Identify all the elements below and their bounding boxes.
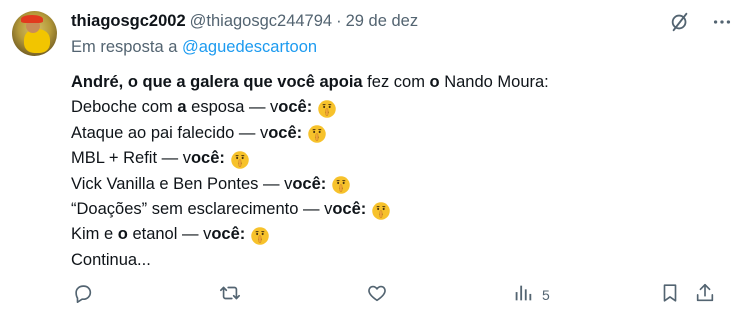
tweet-text-line: Deboche com a esposa — v ocê: (71, 95, 549, 120)
like-button[interactable] (366, 283, 388, 307)
display-name[interactable]: thiagosgc2002 (71, 12, 186, 31)
shushing-face-emoji (317, 99, 337, 119)
avatar-shirt (24, 29, 50, 53)
text-segment: Vick Vanilla e Ben Pontes — v (71, 174, 293, 193)
bold-text-segment: ocê: (211, 225, 246, 244)
tweet[interactable]: thiagosgc2002 @thiagosgc244794 · 29 de d… (0, 0, 754, 313)
reply-context: Em resposta a @aguedescartoon (71, 38, 317, 57)
tweet-text-line: Ataque ao pai falecido — v ocê: (71, 121, 549, 146)
view-count: 5 (542, 287, 550, 303)
tweet-header: thiagosgc2002 @thiagosgc244794 · 29 de d… (71, 10, 418, 32)
separator-dot: · (336, 11, 342, 30)
text-segment: Continua... (71, 250, 151, 269)
bold-text-segment: o (117, 225, 128, 244)
tweet-text-line: MBL + Refit — v ocê: (71, 146, 549, 171)
share-icon (694, 282, 716, 309)
bold-text-segment: a (177, 98, 187, 117)
more-dots-icon[interactable] (710, 10, 734, 34)
tweet-date[interactable]: 29 de dez (346, 12, 418, 31)
bold-text-segment: André, o que a galera que você apoia (71, 73, 363, 91)
text-segment: Ataque ao pai falecido — v (71, 123, 269, 142)
bold-text-segment: ocê: (190, 149, 225, 168)
views-button[interactable]: 5 (512, 283, 550, 307)
bold-text-segment: ocê: (268, 123, 303, 142)
bookmark-icon (659, 282, 681, 309)
grok-slash-icon[interactable] (668, 10, 692, 34)
retweet-button[interactable] (218, 283, 242, 307)
tweet-action-bar: 5 (72, 283, 722, 307)
heart-icon (366, 282, 388, 309)
text-segment: MBL + Refit — v (71, 149, 191, 168)
text-segment: “Doações” sem esclarecimento — v (71, 199, 333, 218)
text-segment: esposa — v (186, 98, 279, 117)
shushing-face-emoji (331, 175, 351, 195)
bold-text-segment: ocê: (292, 174, 327, 193)
shushing-face-emoji (250, 226, 270, 246)
text-segment: Deboche com (71, 98, 178, 117)
avatar-hat (21, 15, 43, 23)
tweet-text: André, o que a galera que você apoia fez… (71, 70, 549, 273)
text-segment: fez com (362, 73, 430, 91)
retweet-icon (218, 282, 242, 309)
shushing-face-emoji (307, 124, 327, 144)
tweet-text-line: André, o que a galera que você apoia fez… (71, 70, 549, 95)
avatar[interactable] (12, 11, 57, 56)
shushing-face-emoji (230, 150, 250, 170)
reply-to-link[interactable]: @aguedescartoon (182, 38, 317, 56)
tweet-text-line: “Doações” sem esclarecimento — v ocê: (71, 197, 549, 222)
bold-text-segment: ocê: (332, 199, 367, 218)
tweet-text-line: Kim e o etanol — v ocê: (71, 222, 549, 247)
views-bar-chart-icon (512, 282, 534, 309)
share-button[interactable] (694, 283, 716, 307)
tweet-text-line: Vick Vanilla e Ben Pontes — v ocê: (71, 172, 549, 197)
bold-text-segment: ocê: (278, 98, 313, 117)
text-segment: Nando Moura: (439, 73, 549, 91)
reply-bubble-icon (72, 282, 94, 309)
shushing-face-emoji (371, 201, 391, 221)
tweet-top-actions (668, 10, 734, 34)
user-handle[interactable]: @thiagosgc244794 (190, 12, 332, 31)
reply-button[interactable] (72, 283, 94, 307)
bold-text-segment: o (429, 73, 440, 91)
reply-prefix: Em resposta a (71, 38, 178, 56)
text-segment: etanol — v (127, 225, 212, 244)
text-segment: Kim e (71, 225, 118, 244)
bookmark-button[interactable] (659, 283, 681, 307)
tweet-text-line: Continua... (71, 248, 549, 273)
